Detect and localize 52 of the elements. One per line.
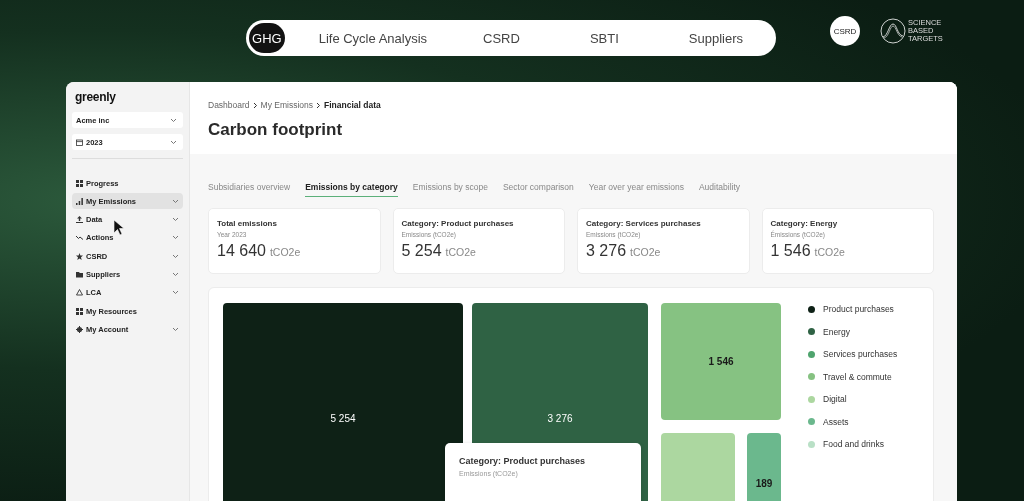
legend-label: Assets	[823, 416, 849, 427]
stat-value: 5 254	[401, 242, 442, 259]
stat-unit: tCO2e	[269, 246, 301, 258]
chevron-down-icon	[170, 139, 177, 145]
cursor-icon	[114, 220, 125, 235]
stat-value: 3 276	[586, 242, 627, 259]
nav-tab[interactable]: CSRD	[461, 23, 542, 53]
nav-tab[interactable]: Life Cycle Analysis	[296, 23, 450, 53]
stat-unit: tCO2e	[445, 246, 476, 258]
tab[interactable]: Emissions by scope	[412, 182, 488, 197]
nav-tab[interactable]: Suppliers	[666, 23, 765, 53]
tab[interactable]: Emissions by category	[305, 182, 398, 197]
legend-label: Product purchases	[823, 304, 894, 314]
card-title: Category: Energy	[770, 219, 839, 228]
nav-tab[interactable]: GHG	[249, 23, 285, 53]
stat-unit: tCO2e	[630, 246, 661, 258]
calendar-icon	[76, 138, 83, 146]
trend-line-icon	[76, 234, 83, 242]
card-title: Category: Services purchases	[586, 219, 702, 228]
stat-value: 1 546	[770, 242, 811, 259]
tab[interactable]: Subsidiaries overview	[208, 182, 291, 197]
legend-label: Energy	[823, 326, 850, 337]
page-title: Carbon footprint	[208, 120, 344, 140]
legend-label: Services purchases	[823, 349, 898, 359]
star-icon	[76, 252, 83, 260]
wave-circle-icon	[880, 18, 906, 44]
tab[interactable]: Sector comparison	[502, 182, 574, 197]
legend-label: Travel & commute	[823, 371, 892, 382]
grid-icon	[76, 307, 83, 315]
chevron-right-icon	[252, 101, 258, 109]
breadcrumb-current: Financial data	[324, 100, 381, 110]
nav-tab[interactable]: SBTI	[567, 23, 641, 53]
treemap-tile[interactable]: 1 546	[661, 303, 781, 420]
tab[interactable]: Year over year emissions	[588, 182, 684, 197]
app-logo: greenly	[74, 90, 117, 104]
breadcrumb-link[interactable]: Dashboard	[208, 100, 250, 110]
stat-unit: tCO2e	[814, 246, 845, 258]
legend-label: Food and drinks	[823, 439, 884, 449]
card-title: Total emissions	[217, 219, 278, 228]
folder-icon	[76, 271, 83, 278]
card-title: Category: Product purchases	[401, 219, 515, 228]
chevron-down-icon	[170, 117, 177, 123]
treemap-tile[interactable]: 189	[747, 433, 781, 501]
stat-value: 14 640	[217, 242, 266, 259]
chevron-right-icon	[316, 101, 322, 109]
upload-icon	[76, 216, 83, 224]
tab[interactable]: Auditability	[698, 182, 741, 197]
grid-icon	[76, 179, 83, 187]
csrd-badge: CSRD	[830, 16, 860, 46]
breadcrumb-link[interactable]: My Emissions	[260, 100, 314, 110]
legend-label: Digital	[823, 394, 847, 404]
bar-chart-icon	[76, 197, 83, 205]
